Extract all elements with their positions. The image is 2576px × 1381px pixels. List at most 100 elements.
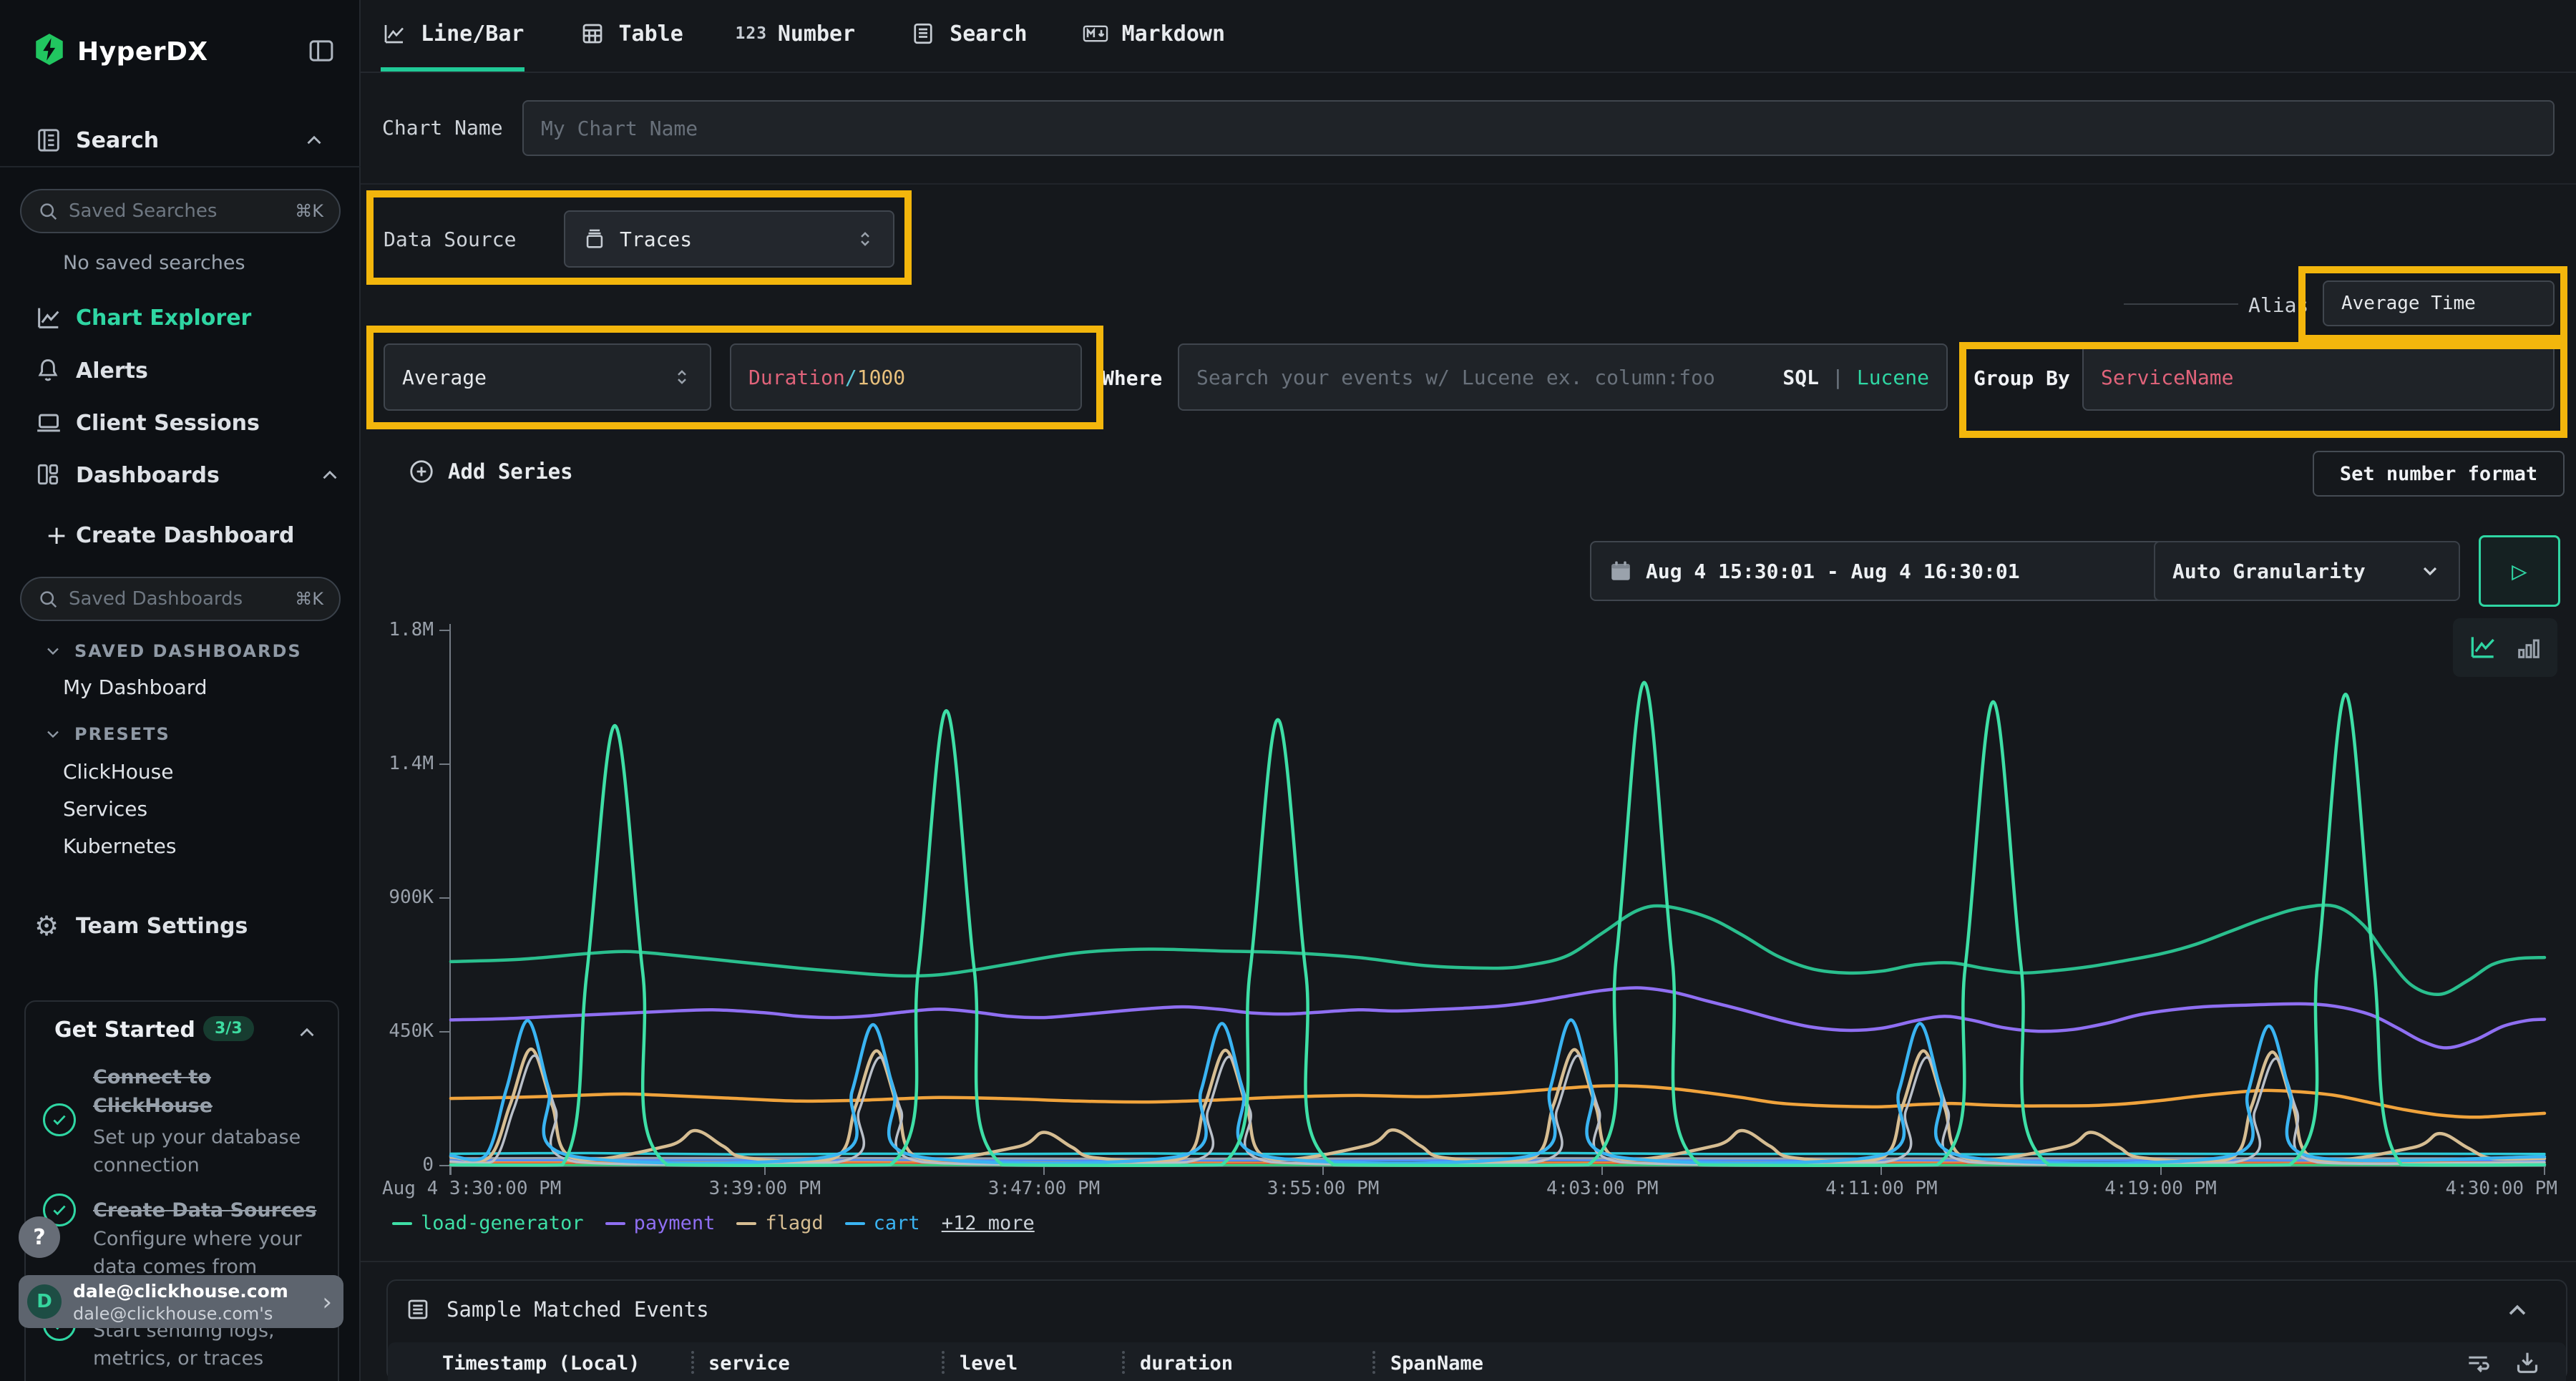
collapse-chevron-up-icon[interactable]	[2503, 1297, 2532, 1325]
laptop-icon	[34, 409, 63, 437]
column-header-spanname[interactable]: SpanName	[1390, 1352, 1483, 1375]
list-icon	[405, 1297, 431, 1322]
get-started-badge: 3/3	[203, 1016, 254, 1041]
column-header-level[interactable]: level	[960, 1352, 1018, 1375]
alias-connector-line	[2124, 303, 2238, 305]
legend-label: load-generator	[421, 1212, 584, 1234]
y-axis-label: 1.8M	[365, 619, 434, 640]
metric-expression-input[interactable]: Duration/1000	[730, 343, 1082, 411]
where-input[interactable]: Search your events w/ Lucene ex. column:…	[1178, 343, 1948, 411]
saved-searches-input[interactable]: Saved Searches ⌘K	[20, 189, 341, 233]
preset-kubernetes[interactable]: Kubernetes	[63, 834, 177, 858]
data-source-value: Traces	[620, 228, 841, 251]
search-section-header[interactable]: Search	[34, 126, 326, 155]
column-header-timestamp-local-[interactable]: Timestamp (Local)	[442, 1352, 640, 1375]
metric-token: 1000	[857, 366, 905, 389]
presets-group-header[interactable]: PRESETS	[43, 724, 170, 744]
lucene-toggle[interactable]: Lucene	[1857, 366, 1929, 389]
legend-item-flagd[interactable]: flagd	[736, 1212, 823, 1234]
column-separator[interactable]	[691, 1351, 694, 1374]
saved-dashboards-input[interactable]: Saved Dashboards ⌘K	[20, 577, 341, 621]
legend-item-load-generator[interactable]: load-generator	[392, 1212, 584, 1234]
sidebar-item-client-sessions[interactable]: Client Sessions	[0, 400, 361, 446]
doc-lines-icon	[909, 20, 937, 47]
sidebar-item-dashboards[interactable]: Dashboards	[0, 452, 361, 498]
divider	[361, 1261, 2576, 1262]
help-button[interactable]: ?	[19, 1216, 60, 1258]
sidebar-item-chart-explorer[interactable]: Chart Explorer	[0, 295, 361, 341]
tab-table[interactable]: Table	[579, 0, 683, 72]
sidebar-item-label: Dashboards	[76, 463, 220, 488]
preset-clickhouse[interactable]: ClickHouse	[63, 760, 173, 784]
column-separator[interactable]	[1372, 1351, 1375, 1374]
tab-label: Search	[950, 21, 1027, 47]
y-axis-label: 900K	[365, 887, 434, 908]
tab-markdown[interactable]: Markdown	[1082, 0, 1226, 72]
legend-swatch	[605, 1222, 625, 1225]
chevron-up-icon	[318, 463, 342, 487]
get-started-item-title: Connect to ClickHouse	[93, 1063, 322, 1121]
calendar-icon	[1609, 559, 1633, 583]
column-header-duration[interactable]: duration	[1140, 1352, 1233, 1375]
create-dashboard-button[interactable]: + Create Dashboard	[0, 512, 361, 558]
chevron-updown-icon	[671, 366, 693, 388]
chart-plot-area[interactable]	[451, 630, 2545, 1167]
metric-token: Duration	[748, 366, 845, 389]
tab-line-bar[interactable]: Line/Bar	[381, 0, 525, 72]
divider	[0, 166, 361, 167]
set-number-format-button[interactable]: Set number format	[2313, 451, 2565, 497]
sql-toggle[interactable]: SQL	[1782, 366, 1819, 389]
get-started-title: Get Started	[54, 1018, 195, 1043]
collapse-sidebar-icon[interactable]	[306, 36, 336, 66]
chevron-down-icon	[43, 724, 63, 744]
alias-input[interactable]: Average Time	[2323, 280, 2555, 326]
legend-item--12-more[interactable]: +12 more	[942, 1212, 1035, 1234]
search-section-label: Search	[76, 128, 302, 153]
download-icon[interactable]	[2513, 1348, 2542, 1377]
dashboard-my-dashboard[interactable]: My Dashboard	[63, 675, 208, 699]
tab-number[interactable]: 123Number	[738, 0, 855, 72]
bell-icon	[34, 356, 63, 385]
chart-line-icon	[34, 303, 63, 332]
column-separator[interactable]	[942, 1351, 945, 1374]
chart-name-input[interactable]: My Chart Name	[522, 100, 2555, 156]
sample-events-header[interactable]: Sample Matched Events	[405, 1297, 709, 1322]
group-by-input[interactable]: ServiceName	[2082, 343, 2555, 411]
series-unnamed-10	[451, 1055, 2545, 1165]
y-axis-label: 1.4M	[365, 753, 434, 774]
tab-search[interactable]: Search	[909, 0, 1027, 72]
aggregation-select[interactable]: Average	[384, 343, 711, 411]
preset-services[interactable]: Services	[63, 797, 147, 821]
run-query-button[interactable]: ▷	[2479, 535, 2560, 607]
y-axis-tick	[439, 1165, 449, 1166]
get-started-item-title: Create Data Sources	[93, 1196, 322, 1225]
user-menu[interactable]: D dale@clickhouse.com dale@clickhouse.co…	[19, 1275, 343, 1328]
team-settings-label: Team Settings	[76, 914, 248, 939]
legend-item-payment[interactable]: payment	[605, 1212, 716, 1234]
chevron-up-icon[interactable]	[295, 1020, 319, 1045]
chart-type-tabs: Line/Bar Table 123Number Search Markdown	[361, 0, 2576, 73]
chevron-down-icon	[43, 641, 63, 661]
add-series-button[interactable]: Add Series	[408, 458, 573, 485]
legend-item-cart[interactable]: cart	[845, 1212, 920, 1234]
sidebar: HyperDX Search Saved Searches ⌘K No save…	[0, 0, 361, 1381]
x-axis-label: 3:39:00 PM	[709, 1178, 821, 1199]
x-axis-tick	[764, 1166, 766, 1175]
hyperdx-logo-icon[interactable]	[31, 31, 67, 67]
table-icon	[579, 20, 606, 47]
sidebar-item-alerts[interactable]: Alerts	[0, 348, 361, 394]
data-source-label: Data Source	[384, 228, 516, 251]
tab-label: Line/Bar	[421, 21, 525, 47]
x-axis-tick	[1601, 1166, 1603, 1175]
user-email: dale@clickhouse.com	[73, 1281, 288, 1302]
saved-dashboards-group-header[interactable]: SAVED DASHBOARDS	[43, 641, 302, 661]
legend-label: cart	[874, 1212, 920, 1234]
x-axis-label: 3:55:00 PM	[1267, 1178, 1380, 1199]
column-separator[interactable]	[1122, 1351, 1125, 1374]
team-settings-button[interactable]: ⚙ Team Settings	[0, 903, 361, 949]
column-header-service[interactable]: service	[708, 1352, 790, 1375]
date-range-input[interactable]: Aug 4 15:30:01 - Aug 4 16:30:01	[1590, 541, 2233, 601]
data-source-select[interactable]: Traces	[564, 210, 894, 268]
granularity-select[interactable]: Auto Granularity	[2154, 541, 2460, 601]
wrap-text-icon[interactable]	[2464, 1350, 2492, 1377]
